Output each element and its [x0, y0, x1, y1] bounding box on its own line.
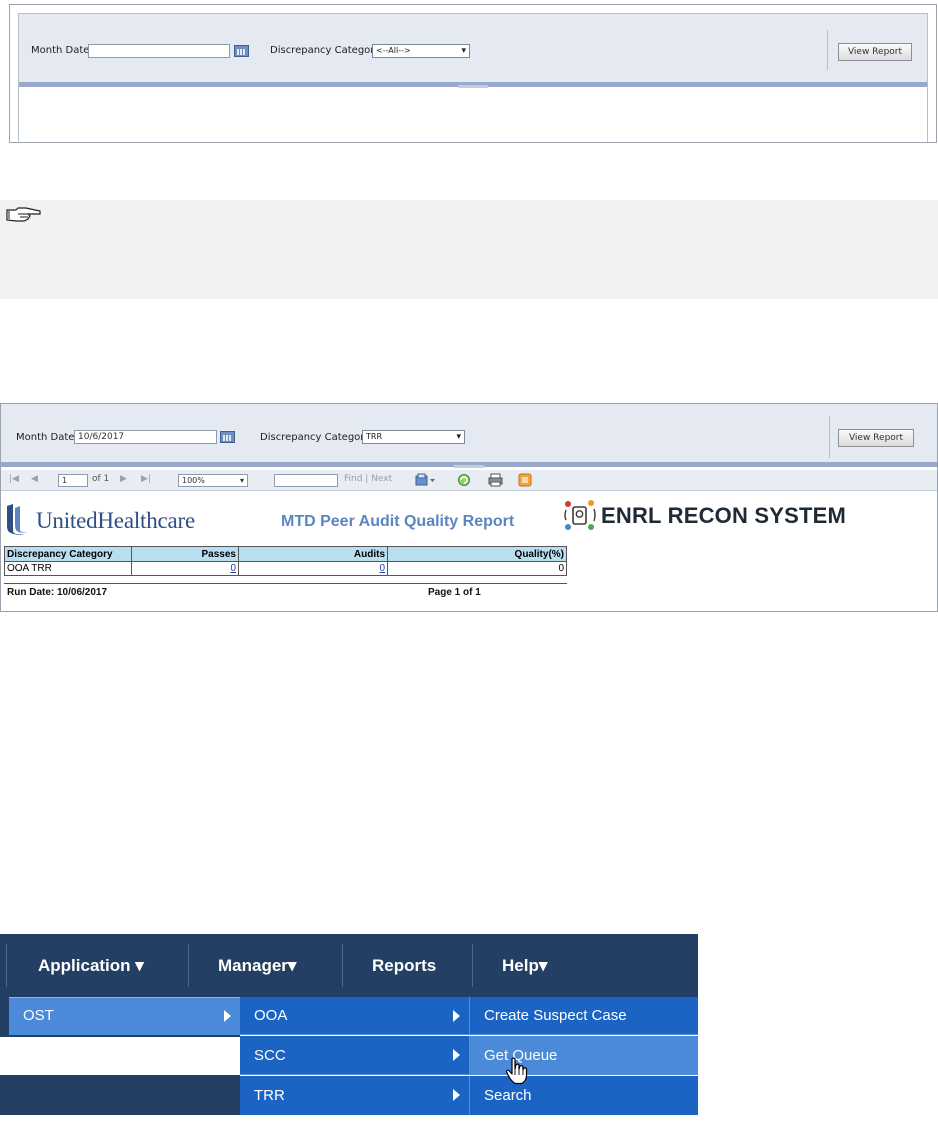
zoom-select[interactable]: 100% ▾ — [178, 474, 248, 487]
menu-divider — [342, 944, 343, 987]
menu-divider — [188, 944, 189, 987]
chevron-right-icon — [453, 1089, 460, 1101]
menu-item-create-suspect-case[interactable]: Create Suspect Case — [469, 997, 698, 1035]
divider — [827, 30, 828, 70]
find-text-input[interactable] — [274, 474, 338, 487]
discrepancy-category-select[interactable]: <--All--> ▾ — [372, 44, 470, 58]
menu-divider — [6, 944, 7, 987]
parameter-bar: Month Date 10/6/2017 Discrepancy Categor… — [1, 404, 937, 468]
quality-cell: 0 — [387, 561, 567, 576]
menu-item-label: Create Suspect Case — [484, 1007, 627, 1024]
discrepancy-category-label: Discrepancy Category — [270, 45, 381, 56]
category-cell: OOA TRR — [4, 561, 132, 576]
passes-cell: 0 — [131, 561, 239, 576]
column-header: Audits — [238, 546, 388, 562]
month-date-input[interactable]: 10/6/2017 — [74, 430, 217, 444]
report-viewer-result: Month Date 10/6/2017 Discrepancy Categor… — [0, 403, 938, 612]
menu-item-ost[interactable]: OST — [9, 997, 240, 1035]
first-page-icon[interactable]: |◀ — [9, 474, 19, 484]
footer-divider — [4, 583, 567, 584]
main-menu-bar: Application ▾ Manager▾ Reports Help▾ — [0, 934, 698, 997]
atom-feed-icon[interactable] — [518, 473, 532, 487]
month-date-input[interactable] — [88, 44, 230, 58]
pointing-hand-icon — [6, 207, 41, 222]
splitter-handle[interactable] — [458, 85, 488, 88]
table-row: OOA TRR 0 0 0 — [4, 561, 567, 576]
divider — [829, 416, 830, 458]
run-date: Run Date: 10/06/2017 — [7, 587, 108, 598]
calendar-icon[interactable] — [234, 45, 249, 57]
page-info: Page 1 of 1 — [428, 587, 481, 598]
discrepancy-category-value: TRR — [366, 432, 383, 441]
find-next-link[interactable]: Find | Next — [344, 474, 392, 484]
column-header: Passes — [131, 546, 239, 562]
zoom-value: 100% — [182, 476, 205, 485]
last-page-icon[interactable]: ▶| — [141, 474, 151, 484]
chevron-right-icon — [453, 1049, 460, 1061]
column-header: Quality(%) — [387, 546, 567, 562]
export-icon[interactable] — [415, 473, 437, 487]
chevron-down-icon: ▾ — [461, 46, 466, 56]
audits-link[interactable]: 0 — [379, 563, 385, 574]
discrepancy-category-label: Discrepancy Category — [260, 432, 371, 443]
print-icon[interactable] — [488, 473, 503, 487]
note-box — [0, 200, 938, 299]
column-header: Discrepancy Category — [4, 546, 132, 562]
menu-item-ooa[interactable]: OOA — [240, 997, 469, 1035]
menu-application[interactable]: Application ▾ — [38, 934, 144, 997]
company-name: UnitedHealthcare — [36, 508, 195, 533]
report-viewer-empty: Month Date Discrepancy Category <--All--… — [9, 4, 937, 143]
chevron-right-icon — [224, 1010, 231, 1022]
menu-manager[interactable]: Manager▾ — [218, 934, 296, 997]
menu-item-label: OST — [23, 1007, 54, 1024]
unitedhealthcare-logo-icon — [7, 504, 27, 535]
chevron-down-icon: ▾ — [239, 476, 244, 485]
menu-item-scc[interactable]: SCC — [240, 1036, 469, 1075]
menu-item-trr[interactable]: TRR — [240, 1076, 469, 1115]
parameter-bar: Month Date Discrepancy Category <--All--… — [19, 14, 927, 88]
page-number-input[interactable]: 1 — [58, 474, 88, 487]
view-report-button[interactable]: View Report — [838, 43, 912, 61]
month-date-label: Month Date — [31, 45, 90, 56]
audits-cell: 0 — [238, 561, 388, 576]
chevron-down-icon: ▾ — [456, 432, 461, 442]
next-page-icon[interactable]: ▶ — [120, 474, 127, 484]
discrepancy-category-select[interactable]: TRR ▾ — [362, 430, 465, 444]
menu-divider — [472, 944, 473, 987]
previous-page-icon[interactable]: ◀ — [31, 474, 38, 484]
menu-help[interactable]: Help▾ — [502, 934, 547, 997]
menu-reports[interactable]: Reports — [372, 934, 436, 997]
menu-item-search[interactable]: Search — [469, 1076, 698, 1115]
page-background-strip — [0, 1075, 240, 1115]
report-toolbar: |◀ ◀ 1 of 1 ▶ ▶| 100% ▾ Find | Next — [1, 470, 937, 491]
enrl-recon-logo-icon — [564, 500, 596, 530]
discrepancy-category-value: <--All--> — [376, 46, 411, 55]
passes-link[interactable]: 0 — [230, 563, 236, 574]
splitter-handle[interactable] — [454, 465, 484, 468]
report-table: Discrepancy Category Passes Audits Quali… — [4, 546, 567, 576]
month-date-label: Month Date — [16, 432, 75, 443]
table-header-row: Discrepancy Category Passes Audits Quali… — [4, 546, 567, 562]
refresh-icon[interactable] — [457, 473, 471, 487]
hand-cursor-icon — [505, 1057, 528, 1085]
view-report-button[interactable]: View Report — [838, 429, 914, 447]
menu-item-label: SCC — [254, 1047, 286, 1064]
menu-item-label: TRR — [254, 1087, 285, 1104]
calendar-icon[interactable] — [220, 431, 235, 443]
menu-item-label: OOA — [254, 1007, 288, 1024]
page-background-strip — [0, 1037, 240, 1075]
chevron-right-icon — [453, 1010, 460, 1022]
report-viewer-frame: Month Date Discrepancy Category <--All--… — [18, 13, 928, 142]
page-count-label: of 1 — [92, 474, 110, 484]
report-title: MTD Peer Audit Quality Report — [281, 513, 515, 530]
menu-item-get-queue[interactable]: Get Queue — [469, 1036, 698, 1075]
system-name: ENRL RECON SYSTEM — [601, 503, 847, 528]
